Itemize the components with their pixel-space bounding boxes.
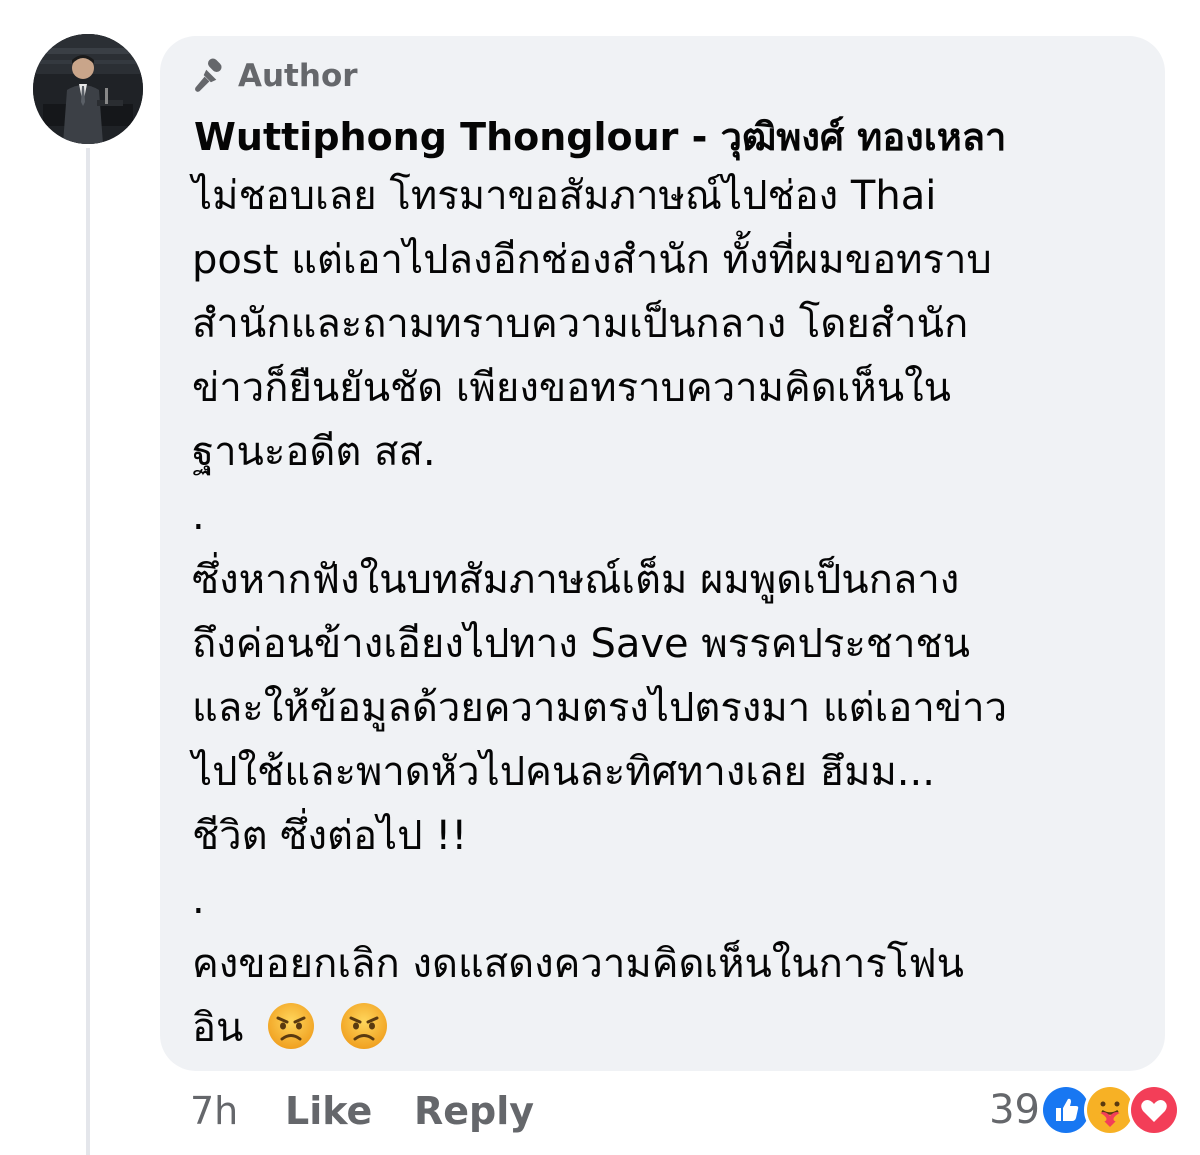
angry-face-emoji	[268, 1003, 315, 1049]
avatar[interactable]	[33, 34, 143, 144]
thread-line	[86, 148, 90, 1155]
comment-body: ไม่ชอบเลย โทรมาขอสัมภาษณ์ไปช่อง Thai pos…	[192, 164, 1152, 1060]
comment-line: ชีวิต ซึ่งต่อไป !!	[192, 813, 468, 859]
author-name[interactable]: Wuttiphong Thonglour - วุฒิพงศ์ ทองเหลา	[194, 106, 1006, 167]
comment-line: .	[192, 493, 205, 539]
comment-line: post แต่เอาไปลงอีกช่องสำนัก ทั้งที่ผมขอท…	[192, 237, 992, 283]
angry-face-emoji	[340, 1003, 387, 1049]
comment-line: และให้ข้อมูลด้วยความตรงไปตรงมา แต่เอาข่า…	[192, 685, 1008, 731]
microphone-icon	[195, 58, 222, 92]
comment-line: ไม่ชอบเลย โทรมาขอสัมภาษณ์ไปช่อง Thai	[192, 173, 937, 219]
comment-line: ซึ่งหากฟังในบทสัมภาษณ์เต็ม ผมพูดเป็นกลาง	[192, 557, 960, 603]
comment-line: .	[192, 877, 205, 923]
comment-timestamp[interactable]: 7h	[190, 1085, 238, 1137]
comment-line: ถึงค่อนข้างเอียงไปทาง Save พรรคประชาชน	[192, 621, 970, 667]
author-badge-label: Author	[238, 58, 358, 94]
comment-line: ฐานะอดีต สส.	[192, 429, 436, 475]
love-reaction-icon	[1128, 1084, 1180, 1136]
avatar-photo	[33, 34, 143, 144]
like-button[interactable]: Like	[285, 1085, 372, 1137]
author-badge: Author	[192, 56, 358, 96]
reply-button[interactable]: Reply	[414, 1085, 534, 1137]
reaction-count: 39	[989, 1087, 1040, 1133]
comment-line: อิน	[192, 1005, 244, 1051]
comment-line: คงขอยกเลิก งดแสดงความคิดเห็นในการโฟน	[192, 941, 964, 987]
reactions-summary[interactable]: 39	[989, 1082, 1180, 1138]
comment-line: สำนักและถามทราบความเป็นกลาง โดยสำนัก	[192, 301, 969, 347]
comment-line: ไปใช้และพาดหัวไปคนละทิศทางเลย ฮึมม...	[192, 749, 935, 795]
comment-last-line: อิน	[192, 996, 1152, 1060]
comment-line: ข่าวก็ยืนยันชัด เพียงขอทราบความคิดเห็นใน	[192, 365, 952, 411]
